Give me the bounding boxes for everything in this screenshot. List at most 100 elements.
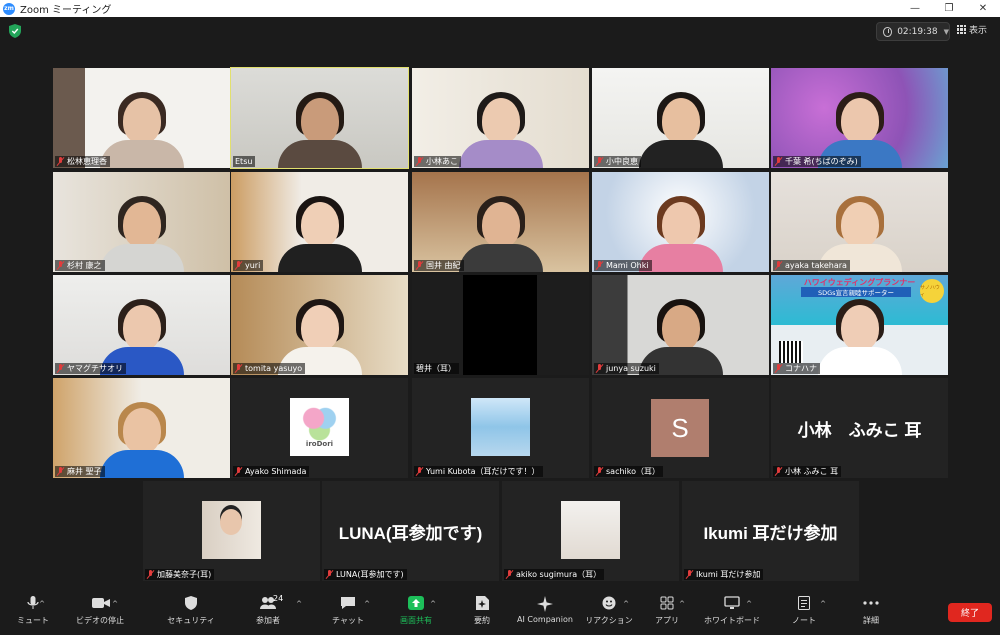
chevron-up-icon[interactable]: ^ <box>112 600 118 608</box>
muted-mic-icon <box>235 467 242 476</box>
maximize-button[interactable]: ❐ <box>932 0 966 17</box>
muted-mic-icon <box>775 364 782 373</box>
video-tile[interactable]: 千葉 希(ちばのぞみ) <box>771 68 948 168</box>
participant-name-label: akiko sugimura（耳） <box>504 569 605 580</box>
video-tile[interactable]: Etsu <box>230 67 409 169</box>
end-meeting-button[interactable]: 終了 <box>948 603 992 622</box>
video-tile[interactable]: tomita yasuyo <box>231 275 408 375</box>
video-tile[interactable]: 国井 由紀 <box>412 172 589 272</box>
security-button[interactable]: セキュリティ <box>161 596 221 626</box>
video-tile[interactable]: ヤマグチサオリ <box>53 275 230 375</box>
reactions-button[interactable]: ^ リアクション <box>579 596 639 626</box>
chat-button[interactable]: ^ チャット <box>318 596 378 626</box>
participant-name: junya suzuki <box>606 364 656 373</box>
summary-button[interactable]: 要約 <box>452 596 512 626</box>
video-tile[interactable]: Mami Ohki <box>592 172 769 272</box>
video-tile[interactable]: ayaka takehara <box>771 172 948 272</box>
display-name-text: Ikumi 耳だけ参加 <box>703 524 838 543</box>
encryption-shield-icon[interactable] <box>9 24 21 38</box>
muted-mic-icon <box>326 570 333 579</box>
participant-name: ヤマグチサオリ <box>67 364 123 373</box>
chevron-up-icon[interactable]: ^ <box>820 600 826 608</box>
video-tile[interactable]: iroDori Ayako Shimada <box>231 378 408 478</box>
participant-video <box>277 90 362 168</box>
chevron-up-icon[interactable]: ^ <box>746 600 752 608</box>
muted-mic-icon <box>596 261 603 270</box>
participant-name-label: Mami Ohki <box>594 260 652 271</box>
apps-button[interactable]: ^ アプリ <box>637 596 697 626</box>
video-tile[interactable]: akiko sugimura（耳） <box>502 481 679 581</box>
video-tile[interactable]: 小林あこ <box>412 68 589 168</box>
mute-label: ミュート <box>17 616 49 625</box>
video-tile[interactable]: ハワイウェディングプランナー SDGs宣言親睦サポーター サノハウィ コナハナ <box>771 275 948 375</box>
profile-picture <box>561 501 620 559</box>
video-tile[interactable]: 松林恵理香 <box>53 68 230 168</box>
meeting-timer[interactable]: 02:19:38 ▼ <box>876 22 950 41</box>
video-tile[interactable]: 碧井（耳） <box>412 275 589 375</box>
notes-button[interactable]: ^ ノート <box>774 596 834 626</box>
participant-name: ayaka takehara <box>785 261 847 270</box>
participant-video <box>99 194 184 272</box>
video-tile[interactable]: junya suzuki <box>592 275 769 375</box>
video-tile[interactable]: 加藤美奈子(耳) <box>143 481 320 581</box>
minimize-button[interactable]: — <box>898 0 932 17</box>
participant-video <box>817 297 902 375</box>
chevron-up-icon[interactable]: ^ <box>623 600 629 608</box>
muted-mic-icon <box>235 261 242 270</box>
participant-name-label: tomita yasuyo <box>233 363 306 374</box>
chevron-up-icon[interactable]: ^ <box>296 600 302 608</box>
participants-button[interactable]: 24 ^ 参加者 <box>238 594 302 626</box>
muted-mic-icon <box>416 261 423 270</box>
profile-picture <box>202 501 261 559</box>
reactions-label: リアクション <box>585 616 633 625</box>
participant-name: LUNA(耳参加です) <box>336 570 404 579</box>
close-button[interactable]: ✕ <box>966 0 1000 17</box>
profile-logo-text: iroDori <box>305 440 334 448</box>
participant-name-label: 松林恵理香 <box>55 156 110 167</box>
view-button[interactable]: 表示 <box>957 23 987 36</box>
participants-count: 24 <box>273 594 284 603</box>
participant-name-label: 小林あこ <box>414 156 461 167</box>
participant-name-label: 千葉 希(ちばのぞみ) <box>773 156 861 167</box>
video-camera-icon: ^ <box>92 596 118 610</box>
chevron-up-icon[interactable]: ^ <box>39 600 45 608</box>
mute-button[interactable]: ^ ミュート <box>3 596 63 626</box>
avatar: S <box>651 399 709 457</box>
muted-mic-icon <box>596 467 603 476</box>
video-tile[interactable]: yuri <box>231 172 408 272</box>
chevron-up-icon[interactable]: ^ <box>679 600 685 608</box>
video-tile[interactable]: 麻井 聖子 <box>53 378 230 478</box>
video-tile[interactable]: 小中良恵 <box>592 68 769 168</box>
display-name-text: 小林 ふみこ 耳 <box>797 421 922 440</box>
video-tile[interactable]: Yumi Kubota（耳だけです！） <box>412 378 589 478</box>
more-button[interactable]: 詳細 <box>841 596 901 626</box>
participant-name-label: yuri <box>233 260 264 271</box>
video-tile[interactable]: Ikumi 耳だけ参加 Ikumi 耳だけ参加 <box>682 481 859 581</box>
video-label: ビデオの停止 <box>76 616 124 625</box>
profile-picture <box>471 398 530 456</box>
video-tile[interactable]: LUNA(耳参加です) LUNA(耳参加です) <box>322 481 499 581</box>
chevron-up-icon[interactable]: ^ <box>364 600 370 608</box>
participant-name: 小林あこ <box>426 157 458 166</box>
participant-name-label: 麻井 聖子 <box>55 466 105 477</box>
banner-line-2: SDGs宣言親睦サポーター <box>801 287 911 297</box>
chevron-up-icon[interactable]: ^ <box>430 600 436 608</box>
window-title: Zoom ミーティング <box>20 5 112 16</box>
summary-document-icon <box>474 596 490 610</box>
video-tile[interactable]: Ssachiko（耳） <box>592 378 769 478</box>
muted-mic-icon <box>506 570 513 579</box>
sparkle-icon <box>537 596 553 612</box>
notes-label: ノート <box>792 616 816 625</box>
stop-video-button[interactable]: ^ ビデオの停止 <box>70 596 130 626</box>
muted-mic-icon <box>775 261 782 270</box>
banner-badge: サノハウィ <box>920 279 944 303</box>
chevron-down-icon: ▼ <box>943 27 949 36</box>
share-screen-button[interactable]: ^ 画面共有 <box>386 596 446 626</box>
video-tile[interactable]: 杉村 康之 <box>53 172 230 272</box>
participant-name-label: junya suzuki <box>594 363 659 374</box>
profile-person <box>220 509 242 535</box>
video-tile[interactable]: 小林 ふみこ 耳小林 ふみこ 耳 <box>771 378 948 478</box>
ai-companion-button[interactable]: AI Companion <box>514 596 576 624</box>
whiteboard-button[interactable]: ^ ホワイトボード <box>702 596 762 626</box>
grid-view-icon <box>957 25 966 34</box>
